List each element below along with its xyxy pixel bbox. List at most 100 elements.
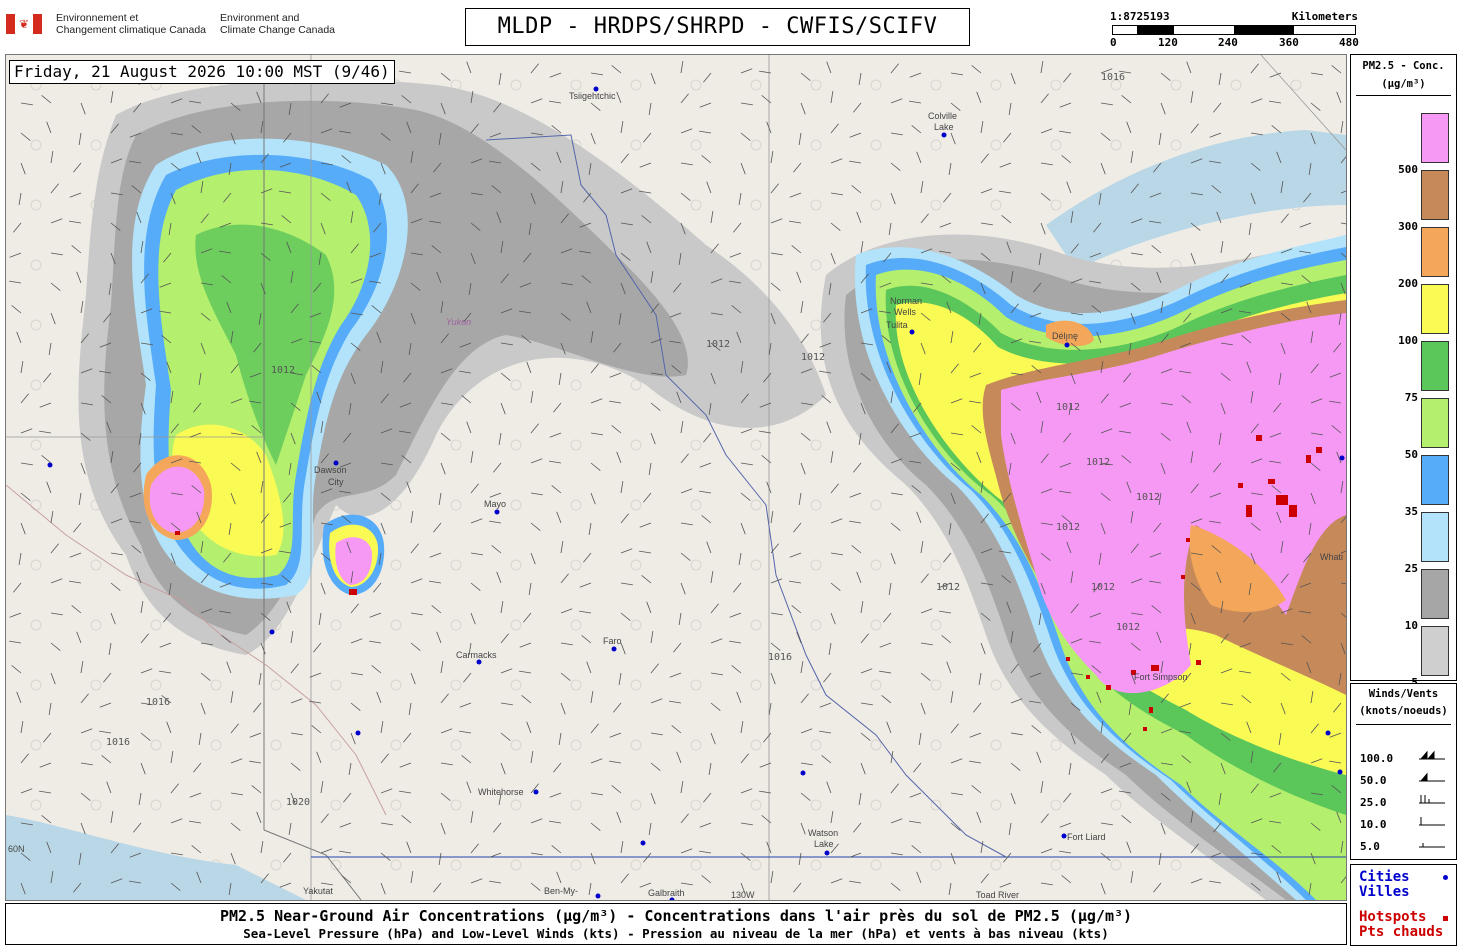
winds-legend-title: Winds/Vents <box>1368 688 1439 700</box>
legend-swatch <box>1421 227 1449 277</box>
place-label: Carmacks <box>456 650 497 660</box>
forecast-timestamp: Friday, 21 August 2026 10:00 MST (9/46) <box>9 60 395 84</box>
legend-label: 100 <box>1398 334 1418 347</box>
isobar-label: 1016 <box>768 652 792 663</box>
legend-label: 500 <box>1398 163 1418 176</box>
isobar-label: 1016 <box>146 697 170 708</box>
legend-units: (μg/m³) <box>1381 78 1426 90</box>
winds-legend-units: (knots/noeuds) <box>1359 705 1448 717</box>
legend-swatch <box>1421 113 1449 163</box>
agency-name-en: Environment and Climate Change Canada <box>220 12 336 36</box>
city-dot <box>595 893 601 899</box>
isobar-label: 1012 <box>271 365 295 376</box>
city-dot <box>355 730 361 736</box>
legend-swatch <box>1421 455 1449 505</box>
scale-unit: Kilometers <box>1291 10 1358 23</box>
winds-legend: Winds/Vents (knots/noeuds) 100.0 50.0 25… <box>1350 683 1457 860</box>
scale-tick: 240 <box>1218 36 1238 49</box>
place-label: Colville <box>928 111 957 121</box>
wind-speed-label: 25.0 <box>1360 796 1387 809</box>
legend-swatch <box>1421 512 1449 562</box>
city-symbol-icon <box>1443 875 1448 880</box>
legend-label: 75 <box>1404 391 1418 404</box>
city-dot <box>1337 769 1343 775</box>
cities-label-fr: Villes <box>1359 884 1410 900</box>
pm25-legend: PM2.5 - Conc. (μg/m³) 500 300 200 100 75 50 35… <box>1350 54 1457 689</box>
legend-swatch <box>1421 626 1449 676</box>
city-dot <box>824 850 830 856</box>
scale-bar: 1:8725193 Kilometers 0 120 240 360 480 <box>1108 10 1359 50</box>
city-dot <box>494 509 500 515</box>
city-dot <box>1339 455 1345 461</box>
place-label: Whati <box>1320 552 1343 562</box>
city-dot <box>640 840 646 846</box>
legend-swatch <box>1421 170 1449 220</box>
legend-label: 10 <box>1404 619 1418 632</box>
city-dot <box>909 329 915 335</box>
latitude-label: 60N <box>8 844 25 854</box>
isobar-label: 1012 <box>936 582 960 593</box>
legend-title: PM2.5 - Conc. <box>1362 60 1445 72</box>
city-dot <box>941 132 947 138</box>
legend-swatch <box>1421 569 1449 619</box>
isobar-label: 1016 <box>106 737 130 748</box>
meridian-label: 130W <box>731 890 755 900</box>
isobar-label: 1012 <box>1136 492 1160 503</box>
place-label: Galbraith <box>648 888 685 898</box>
place-label: Tsiigehtchic <box>569 91 616 101</box>
place-label: Mayo <box>484 499 506 509</box>
legend-label: 25 <box>1404 562 1418 575</box>
city-dot <box>1061 833 1067 839</box>
map-caption: PM2.5 Near-Ground Air Concentrations (μg… <box>5 903 1347 945</box>
agency-name-fr: Environnement et Changement climatique C… <box>56 12 207 36</box>
isobar-label: 1012 <box>1056 402 1080 413</box>
place-label: Faro <box>603 636 622 646</box>
scale-tick: 0 <box>1110 36 1117 49</box>
place-label: Tulita <box>886 320 908 330</box>
place-label: Lake <box>814 839 834 849</box>
place-label: Wells <box>894 307 916 317</box>
legend-swatch <box>1421 398 1449 448</box>
isobar-label: 1012 <box>1116 622 1140 633</box>
legend-label: 300 <box>1398 220 1418 233</box>
place-label: Watson <box>808 828 838 838</box>
wind-speed-label: 5.0 <box>1360 840 1380 853</box>
city-dot <box>611 646 617 652</box>
map-svg[interactable]: 1012 1012 1012 1012 1012 1012 1012 1012 … <box>6 55 1346 900</box>
isobar-label: 1020 <box>286 797 310 808</box>
city-dot <box>1325 730 1331 736</box>
place-label: Yakutat <box>303 886 333 896</box>
legend-swatch <box>1421 341 1449 391</box>
wind-speed-label: 100.0 <box>1360 752 1394 765</box>
caption-line-1: PM2.5 Near-Ground Air Concentrations (μg… <box>219 907 1133 925</box>
scale-tick: 480 <box>1339 36 1359 49</box>
product-title: MLDP - HRDPS/SHRPD - CWFIS/SCIFV <box>465 8 970 46</box>
scale-ratio: 1:8725193 <box>1110 10 1170 23</box>
isobar-label: 1012 <box>801 352 825 363</box>
isobar-label: 1012 <box>1056 522 1080 533</box>
legend-label: 50 <box>1404 448 1418 461</box>
place-label: Lake <box>934 122 954 132</box>
city-dot <box>476 659 482 665</box>
city-dot <box>800 770 806 776</box>
isobar-label: 1016 <box>1101 72 1125 83</box>
canada-flag-icon: ❦ <box>6 14 42 34</box>
cities-label-en: Cities <box>1359 869 1410 885</box>
city-dot <box>47 462 53 468</box>
symbols-legend: Cities Villes Hotspots Pts chauds <box>1350 864 1457 946</box>
hotspots-label-fr: Pts chauds <box>1359 924 1444 940</box>
legend-swatch <box>1421 284 1449 334</box>
wind-barb-samples <box>1419 750 1445 848</box>
header: ❦ Environnement et Changement climatique… <box>0 0 1460 52</box>
legend-label: 35 <box>1404 505 1418 518</box>
hotspots-label-en: Hotspots <box>1359 909 1427 925</box>
place-label: Ben-My- <box>544 886 578 896</box>
place-label: Fort Liard <box>1067 832 1106 842</box>
map-canvas[interactable]: 1012 1012 1012 1012 1012 1012 1012 1012 … <box>5 54 1347 901</box>
wind-speed-label: 10.0 <box>1360 818 1387 831</box>
region-label: Yukon <box>446 317 471 327</box>
hotspot-symbol-icon <box>1443 916 1448 921</box>
place-label: Toad River <box>976 890 1019 900</box>
scale-tick: 360 <box>1279 36 1299 49</box>
wind-speed-label: 50.0 <box>1360 774 1387 787</box>
